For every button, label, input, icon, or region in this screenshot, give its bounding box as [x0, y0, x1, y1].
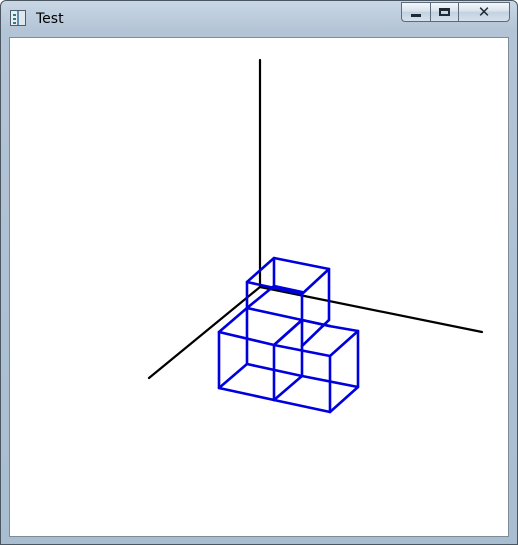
close-icon: ✕: [477, 3, 491, 21]
minimize-icon: [411, 14, 421, 17]
window-title: Test: [36, 11, 64, 27]
voxel-cubes: [217, 256, 360, 414]
cube-bottom-mid-edge: [272, 374, 304, 402]
canvas-area[interactable]: [9, 37, 509, 537]
cube-front-left-top: [217, 306, 304, 347]
app-window: Test ✕: [0, 0, 518, 545]
cube-front-right-top: [272, 318, 360, 358]
minimize-button[interactable]: [401, 2, 430, 22]
app-window-icon[interactable]: [10, 10, 26, 26]
caption-buttons: ✕: [401, 2, 510, 22]
maximize-icon: [439, 8, 450, 16]
title-bar[interactable]: Test ✕: [1, 1, 517, 37]
x-axis: [258, 285, 484, 334]
cube-top-back-left-bottom: [245, 284, 276, 310]
axes-group: [147, 58, 484, 380]
z-axis: [147, 285, 262, 380]
cube-bottom-back-edges: [217, 362, 360, 390]
maximize-button[interactable]: [430, 2, 458, 22]
close-button[interactable]: ✕: [458, 2, 510, 22]
scene-canvas[interactable]: [10, 38, 508, 536]
